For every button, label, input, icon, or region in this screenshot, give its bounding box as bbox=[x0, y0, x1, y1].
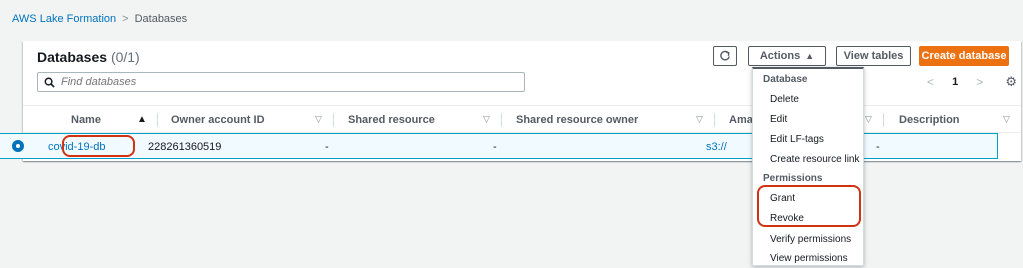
column-divider bbox=[883, 113, 884, 127]
breadcrumb-separator: > bbox=[122, 13, 129, 25]
refresh-icon bbox=[720, 50, 730, 61]
breadcrumb: AWS Lake Formation > Databases bbox=[12, 13, 187, 25]
chevron-left-icon[interactable]: < bbox=[927, 75, 934, 89]
database-name-link[interactable]: covid-19-db bbox=[48, 141, 105, 153]
breadcrumb-current: Databases bbox=[134, 13, 188, 25]
column-header-description[interactable]: Description bbox=[899, 114, 960, 126]
sort-icon[interactable]: ▽ bbox=[1003, 114, 1010, 125]
row-select-radio[interactable] bbox=[12, 140, 24, 152]
column-header-shared-resource-owner[interactable]: Shared resource owner bbox=[516, 114, 638, 126]
pagination: < 1 > ⚙ bbox=[927, 73, 1017, 91]
menu-item-edit-lf-tags[interactable]: Edit LF-tags bbox=[770, 134, 824, 145]
actions-menu: Database Delete Edit Edit LF-tags Create… bbox=[752, 67, 864, 266]
column-divider bbox=[714, 113, 715, 127]
actions-button[interactable]: Actions ▲ bbox=[748, 46, 826, 66]
menu-item-revoke[interactable]: Revoke bbox=[770, 213, 804, 224]
sort-ascending-icon[interactable]: ▲ bbox=[137, 114, 147, 125]
breadcrumb-lake-formation-link[interactable]: AWS Lake Formation bbox=[12, 13, 116, 25]
menu-item-edit[interactable]: Edit bbox=[770, 114, 787, 125]
column-divider bbox=[157, 113, 158, 127]
sort-icon[interactable]: ▽ bbox=[696, 114, 703, 125]
owner-account-id-cell: 228261360519 bbox=[148, 141, 222, 153]
menu-group-permissions: Permissions bbox=[763, 173, 823, 184]
search-input[interactable] bbox=[61, 76, 501, 88]
description-cell: - bbox=[876, 141, 880, 153]
sort-icon[interactable]: ▽ bbox=[865, 114, 872, 125]
selection-count: (0/1) bbox=[110, 49, 140, 65]
search-icon bbox=[44, 77, 55, 88]
column-divider bbox=[501, 113, 502, 127]
sort-icon[interactable]: ▽ bbox=[483, 114, 490, 125]
column-header-location[interactable]: Ama bbox=[729, 114, 753, 126]
page-number[interactable]: 1 bbox=[952, 76, 958, 88]
panel-title-text: Databases bbox=[37, 49, 108, 65]
sort-icon[interactable]: ▽ bbox=[315, 114, 322, 125]
column-header-name[interactable]: Name bbox=[71, 114, 101, 126]
shared-resource-cell: - bbox=[325, 141, 329, 153]
gear-icon[interactable]: ⚙ bbox=[1005, 74, 1017, 90]
menu-item-view-permissions[interactable]: View permissions bbox=[770, 253, 848, 264]
chevron-right-icon[interactable]: > bbox=[976, 75, 983, 89]
refresh-button[interactable] bbox=[713, 46, 737, 66]
create-database-button[interactable]: Create database bbox=[919, 46, 1009, 66]
panel-title: Databases (0/1) bbox=[37, 49, 140, 65]
column-divider bbox=[333, 113, 334, 127]
menu-item-verify-permissions[interactable]: Verify permissions bbox=[770, 234, 851, 245]
menu-item-grant[interactable]: Grant bbox=[770, 193, 795, 204]
view-tables-button[interactable]: View tables bbox=[836, 46, 911, 66]
menu-item-delete[interactable]: Delete bbox=[770, 94, 799, 105]
menu-group-database: Database bbox=[763, 74, 808, 85]
actions-label: Actions bbox=[759, 50, 801, 62]
table-header: Name ▲ Owner account ID ▽ Shared resourc… bbox=[23, 105, 1021, 133]
shared-resource-owner-cell: - bbox=[493, 141, 497, 153]
column-header-owner-account-id[interactable]: Owner account ID bbox=[171, 114, 265, 126]
column-header-shared-resource[interactable]: Shared resource bbox=[348, 114, 435, 126]
search-box bbox=[37, 72, 525, 92]
caret-up-icon: ▲ bbox=[805, 51, 815, 61]
menu-item-create-resource-link[interactable]: Create resource link bbox=[770, 154, 859, 165]
location-link[interactable]: s3:// bbox=[706, 141, 727, 153]
